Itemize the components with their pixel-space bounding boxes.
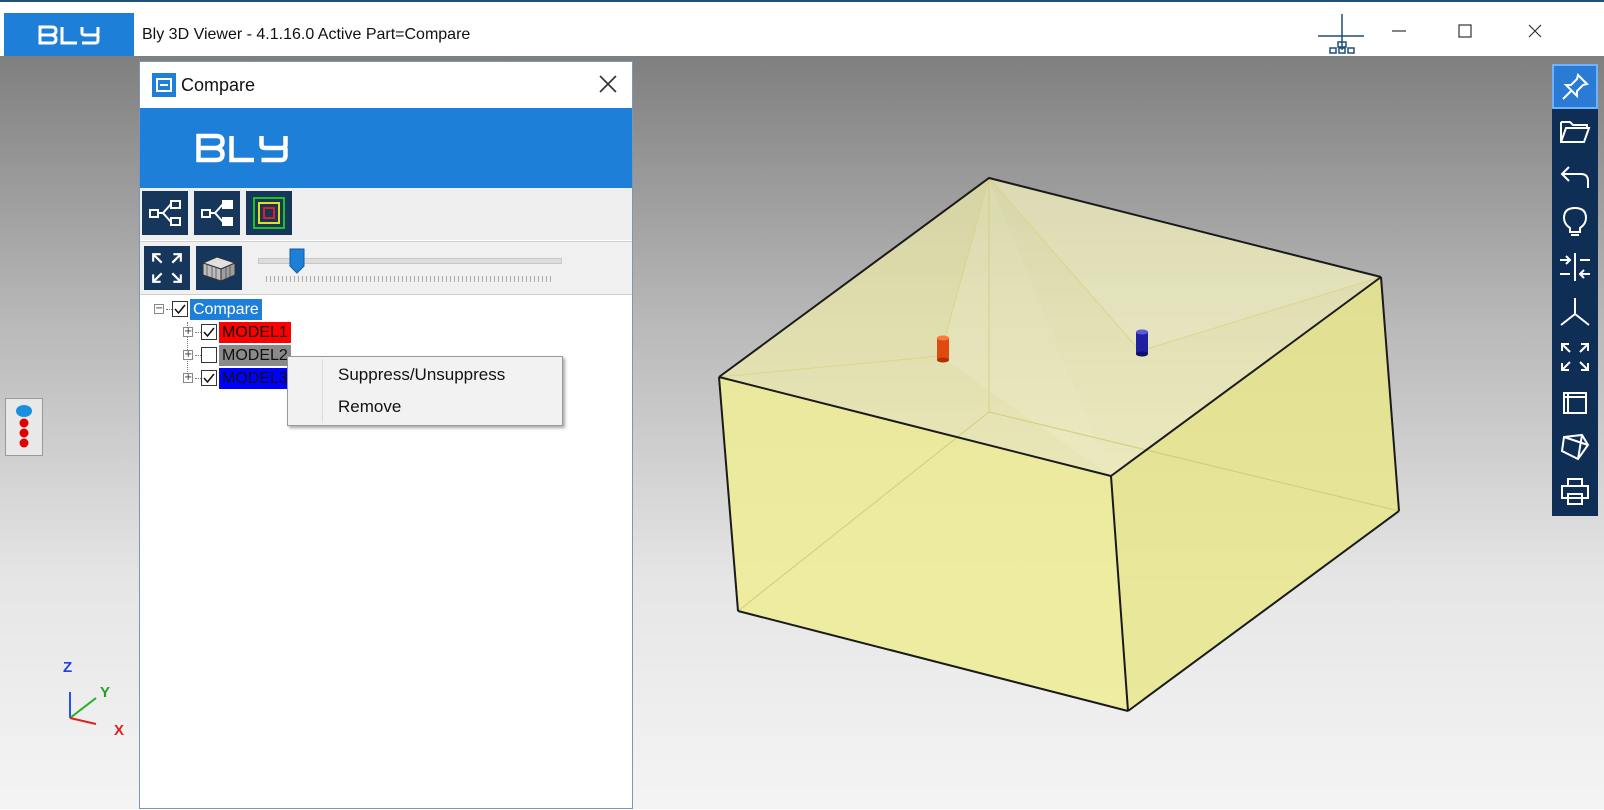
tree-expand-icon — [149, 200, 181, 226]
section-box-button[interactable] — [196, 246, 242, 290]
compare-panel-banner — [140, 108, 632, 188]
compare-toolbar-secondary — [140, 241, 632, 295]
close-icon — [1528, 24, 1542, 38]
fit-view-button[interactable] — [144, 246, 190, 290]
compare-panel: Compare − Compare + MODEL1 + MODEL2 + MO… — [139, 61, 633, 809]
tree-node-label-model1[interactable]: MODEL1 — [219, 321, 291, 343]
view-box-icon — [1563, 391, 1587, 414]
tree-collapse-button[interactable] — [194, 191, 240, 235]
bly-app-icon — [152, 73, 176, 97]
tree-node-label-root[interactable]: Compare — [190, 298, 262, 320]
network-icon[interactable] — [1318, 14, 1364, 58]
axis-button[interactable] — [1552, 289, 1598, 334]
tree-checkbox-root[interactable] — [172, 301, 188, 317]
transparency-slider-thumb[interactable] — [289, 248, 305, 274]
lightbulb-icon — [1562, 206, 1588, 236]
tree-node-label-model2[interactable]: MODEL2 — [219, 344, 291, 366]
compare-panel-header: Compare — [140, 62, 632, 108]
tree-node-label-model3[interactable]: MODEL3 — [219, 367, 291, 389]
minimize-button[interactable] — [1376, 16, 1422, 46]
checkmark-icon — [203, 373, 215, 384]
shaded-view-button[interactable] — [1552, 424, 1598, 469]
spheres-icon — [16, 405, 32, 448]
title-bar: Bly 3D Viewer - 4.1.16.0 Active Part=Com… — [0, 0, 1604, 56]
pin-button[interactable] — [1552, 64, 1598, 109]
lightbulb-button[interactable] — [1552, 199, 1598, 244]
fit-view-icon — [152, 253, 182, 283]
fit-view-button[interactable] — [1552, 334, 1598, 379]
layers-button[interactable] — [246, 191, 292, 235]
context-menu: Suppress/Unsuppress Remove — [287, 356, 563, 426]
close-button[interactable] — [1512, 16, 1558, 46]
undo-button[interactable] — [1552, 154, 1598, 199]
window-title: Bly 3D Viewer - 4.1.16.0 Active Part=Com… — [142, 26, 471, 43]
compare-panel-title: Compare — [181, 75, 256, 95]
compare-panel-close-button[interactable] — [596, 72, 620, 96]
axis-triad: Z Y X — [60, 656, 140, 751]
section-box-icon — [201, 256, 237, 282]
print-icon — [1561, 477, 1589, 505]
collapse-toggle-icon[interactable]: − — [154, 304, 164, 314]
tree-expand-button[interactable] — [142, 191, 188, 235]
tree-node-root[interactable]: − Compare — [154, 298, 262, 320]
print-button[interactable] — [1552, 469, 1598, 514]
axis-x-label: X — [114, 722, 125, 739]
right-toolbar — [1552, 64, 1598, 516]
open-folder-icon — [1560, 120, 1591, 143]
maximize-button[interactable] — [1442, 16, 1488, 46]
axis-z-label: Z — [63, 659, 73, 676]
minimize-icon — [1392, 30, 1406, 32]
tree-node-model3[interactable]: + MODEL3 — [183, 367, 291, 389]
close-icon — [599, 75, 617, 93]
model3-cylinder-icon[interactable] — [1136, 329, 1148, 357]
checkmark-icon — [203, 327, 215, 338]
tree-node-model1[interactable]: + MODEL1 — [183, 321, 291, 343]
menu-item-suppress-unsuppress[interactable]: Suppress/Unsuppress — [338, 365, 505, 385]
app-logo — [4, 13, 134, 56]
axis-y-label: Y — [100, 684, 111, 701]
compare-toolbar-primary — [140, 188, 632, 240]
tree-collapse-icon — [201, 200, 233, 226]
maximize-icon — [1458, 24, 1472, 38]
open-folder-button[interactable] — [1552, 109, 1598, 154]
layers-icon — [253, 197, 285, 229]
fit-view-icon — [1561, 342, 1589, 371]
view-cube-widget[interactable] — [5, 398, 43, 456]
bly-logo-icon — [38, 25, 100, 44]
axis-view-icon — [1560, 297, 1590, 326]
tree-checkbox-model1[interactable] — [201, 324, 217, 340]
undo-icon — [1560, 165, 1589, 188]
tree-checkbox-model3[interactable] — [201, 370, 217, 386]
bly-logo-icon — [196, 133, 288, 163]
expand-toggle-icon[interactable]: + — [183, 350, 193, 360]
transparency-slider-ticks — [266, 276, 554, 282]
compare-icon — [1560, 252, 1590, 281]
tree-checkbox-model2[interactable] — [201, 347, 217, 363]
shaded-view-icon — [1560, 433, 1590, 460]
pin-icon — [1562, 72, 1589, 100]
compare-button[interactable] — [1552, 244, 1598, 289]
checkmark-icon — [174, 304, 186, 315]
expand-toggle-icon[interactable]: + — [183, 373, 193, 383]
tree-node-model2[interactable]: + MODEL2 — [183, 344, 291, 366]
menu-item-remove[interactable]: Remove — [338, 397, 401, 417]
view-box-button[interactable] — [1552, 379, 1598, 424]
model1-cylinder-icon[interactable] — [937, 335, 949, 363]
expand-toggle-icon[interactable]: + — [183, 327, 193, 337]
